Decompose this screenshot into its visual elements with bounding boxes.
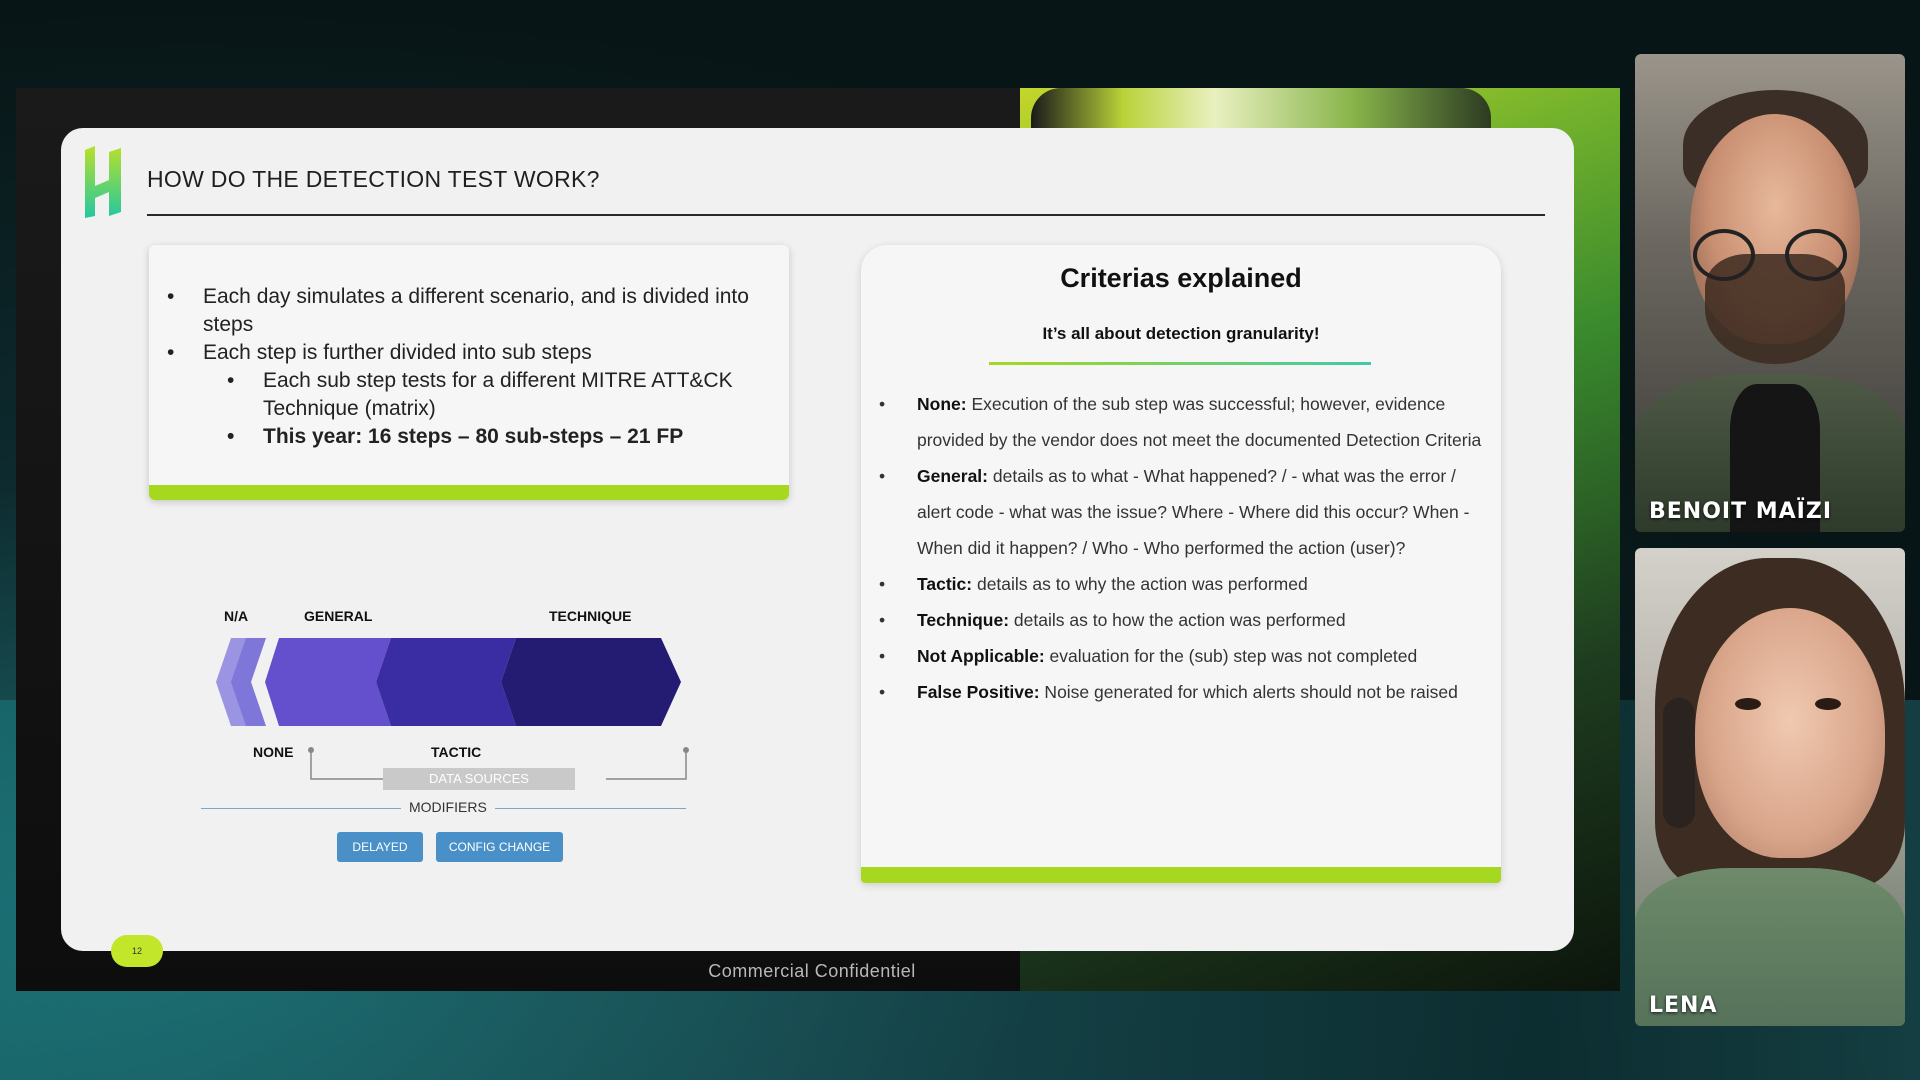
page-number-badge: 12 bbox=[111, 935, 163, 967]
footer-confidential: Commercial Confidentiel bbox=[708, 961, 916, 981]
accent-bar bbox=[149, 485, 789, 500]
block-technique bbox=[501, 638, 681, 726]
modifiers-label: MODIFIERS bbox=[401, 799, 495, 815]
steps-card: Each day simulates a different scenario,… bbox=[149, 245, 789, 500]
slide-card: HOW DO THE DETECTION TEST WORK? Each day… bbox=[61, 128, 1574, 967]
criteria-item-none: None: Execution of the sub step was succ… bbox=[879, 386, 1483, 458]
bullet-sub-steps: Each step is further divided into sub st… bbox=[167, 339, 777, 367]
video-tile-benoit[interactable]: BENOIT MAÏZI bbox=[1635, 54, 1905, 532]
delayed-tag: DELAYED bbox=[337, 832, 423, 862]
eye-icon bbox=[1735, 698, 1761, 710]
criteria-item-false-positive: False Positive: Noise generated for whic… bbox=[879, 674, 1483, 710]
criteria-subtitle: It’s all about detection granularity! bbox=[1042, 324, 1320, 343]
block-general bbox=[265, 638, 391, 726]
eye-icon bbox=[1815, 698, 1841, 710]
bullet-scenario: Each day simulates a different scenario,… bbox=[167, 283, 777, 339]
participant-name: LENA bbox=[1649, 993, 1718, 1018]
criteria-item-technique: Technique: details as to how the action … bbox=[879, 602, 1483, 638]
label-technique: TECHNIQUE bbox=[549, 608, 632, 624]
steps-bullet-list: Each day simulates a different scenario,… bbox=[167, 283, 777, 451]
label-general: GENERAL bbox=[304, 608, 373, 624]
glasses-icon bbox=[1693, 229, 1755, 281]
criteria-list: None: Execution of the sub step was succ… bbox=[879, 386, 1483, 710]
criteria-item-not-applicable: Not Applicable: evaluation for the (sub)… bbox=[879, 638, 1483, 674]
config-change-tag: CONFIG CHANGE bbox=[436, 832, 563, 862]
data-sources-bar: DATA SOURCES bbox=[383, 768, 575, 790]
headset-icon bbox=[1663, 698, 1695, 828]
label-na: N/A bbox=[224, 608, 249, 624]
slide-title: HOW DO THE DETECTION TEST WORK? bbox=[147, 166, 600, 192]
participant-name: BENOIT MAÏZI bbox=[1649, 499, 1833, 524]
criteria-title: Criterias explained bbox=[1060, 263, 1302, 293]
video-tile-lena[interactable]: LENA bbox=[1635, 548, 1905, 1026]
title-divider bbox=[147, 214, 1545, 216]
brand-logo bbox=[85, 146, 121, 218]
criteria-item-general: General: details as to what - What happe… bbox=[879, 458, 1483, 566]
granularity-diagram: N/A GENERAL TECHNIQUE NONE TACTIC DATA S… bbox=[201, 598, 721, 862]
glasses-icon bbox=[1785, 229, 1847, 281]
granularity-blocks bbox=[216, 638, 681, 726]
block-tactic bbox=[376, 638, 516, 726]
accent-bar bbox=[861, 867, 1501, 883]
criteria-item-tactic: Tactic: details as to why the action was… bbox=[879, 566, 1483, 602]
bullet-mitre: Each sub step tests for a different MITR… bbox=[167, 367, 777, 423]
criteria-card: Criterias explained It’s all about detec… bbox=[861, 245, 1501, 883]
participant-face bbox=[1695, 608, 1885, 858]
bullet-this-year: This year: 16 steps – 80 sub-steps – 21 … bbox=[167, 423, 777, 451]
criteria-divider bbox=[989, 362, 1371, 365]
